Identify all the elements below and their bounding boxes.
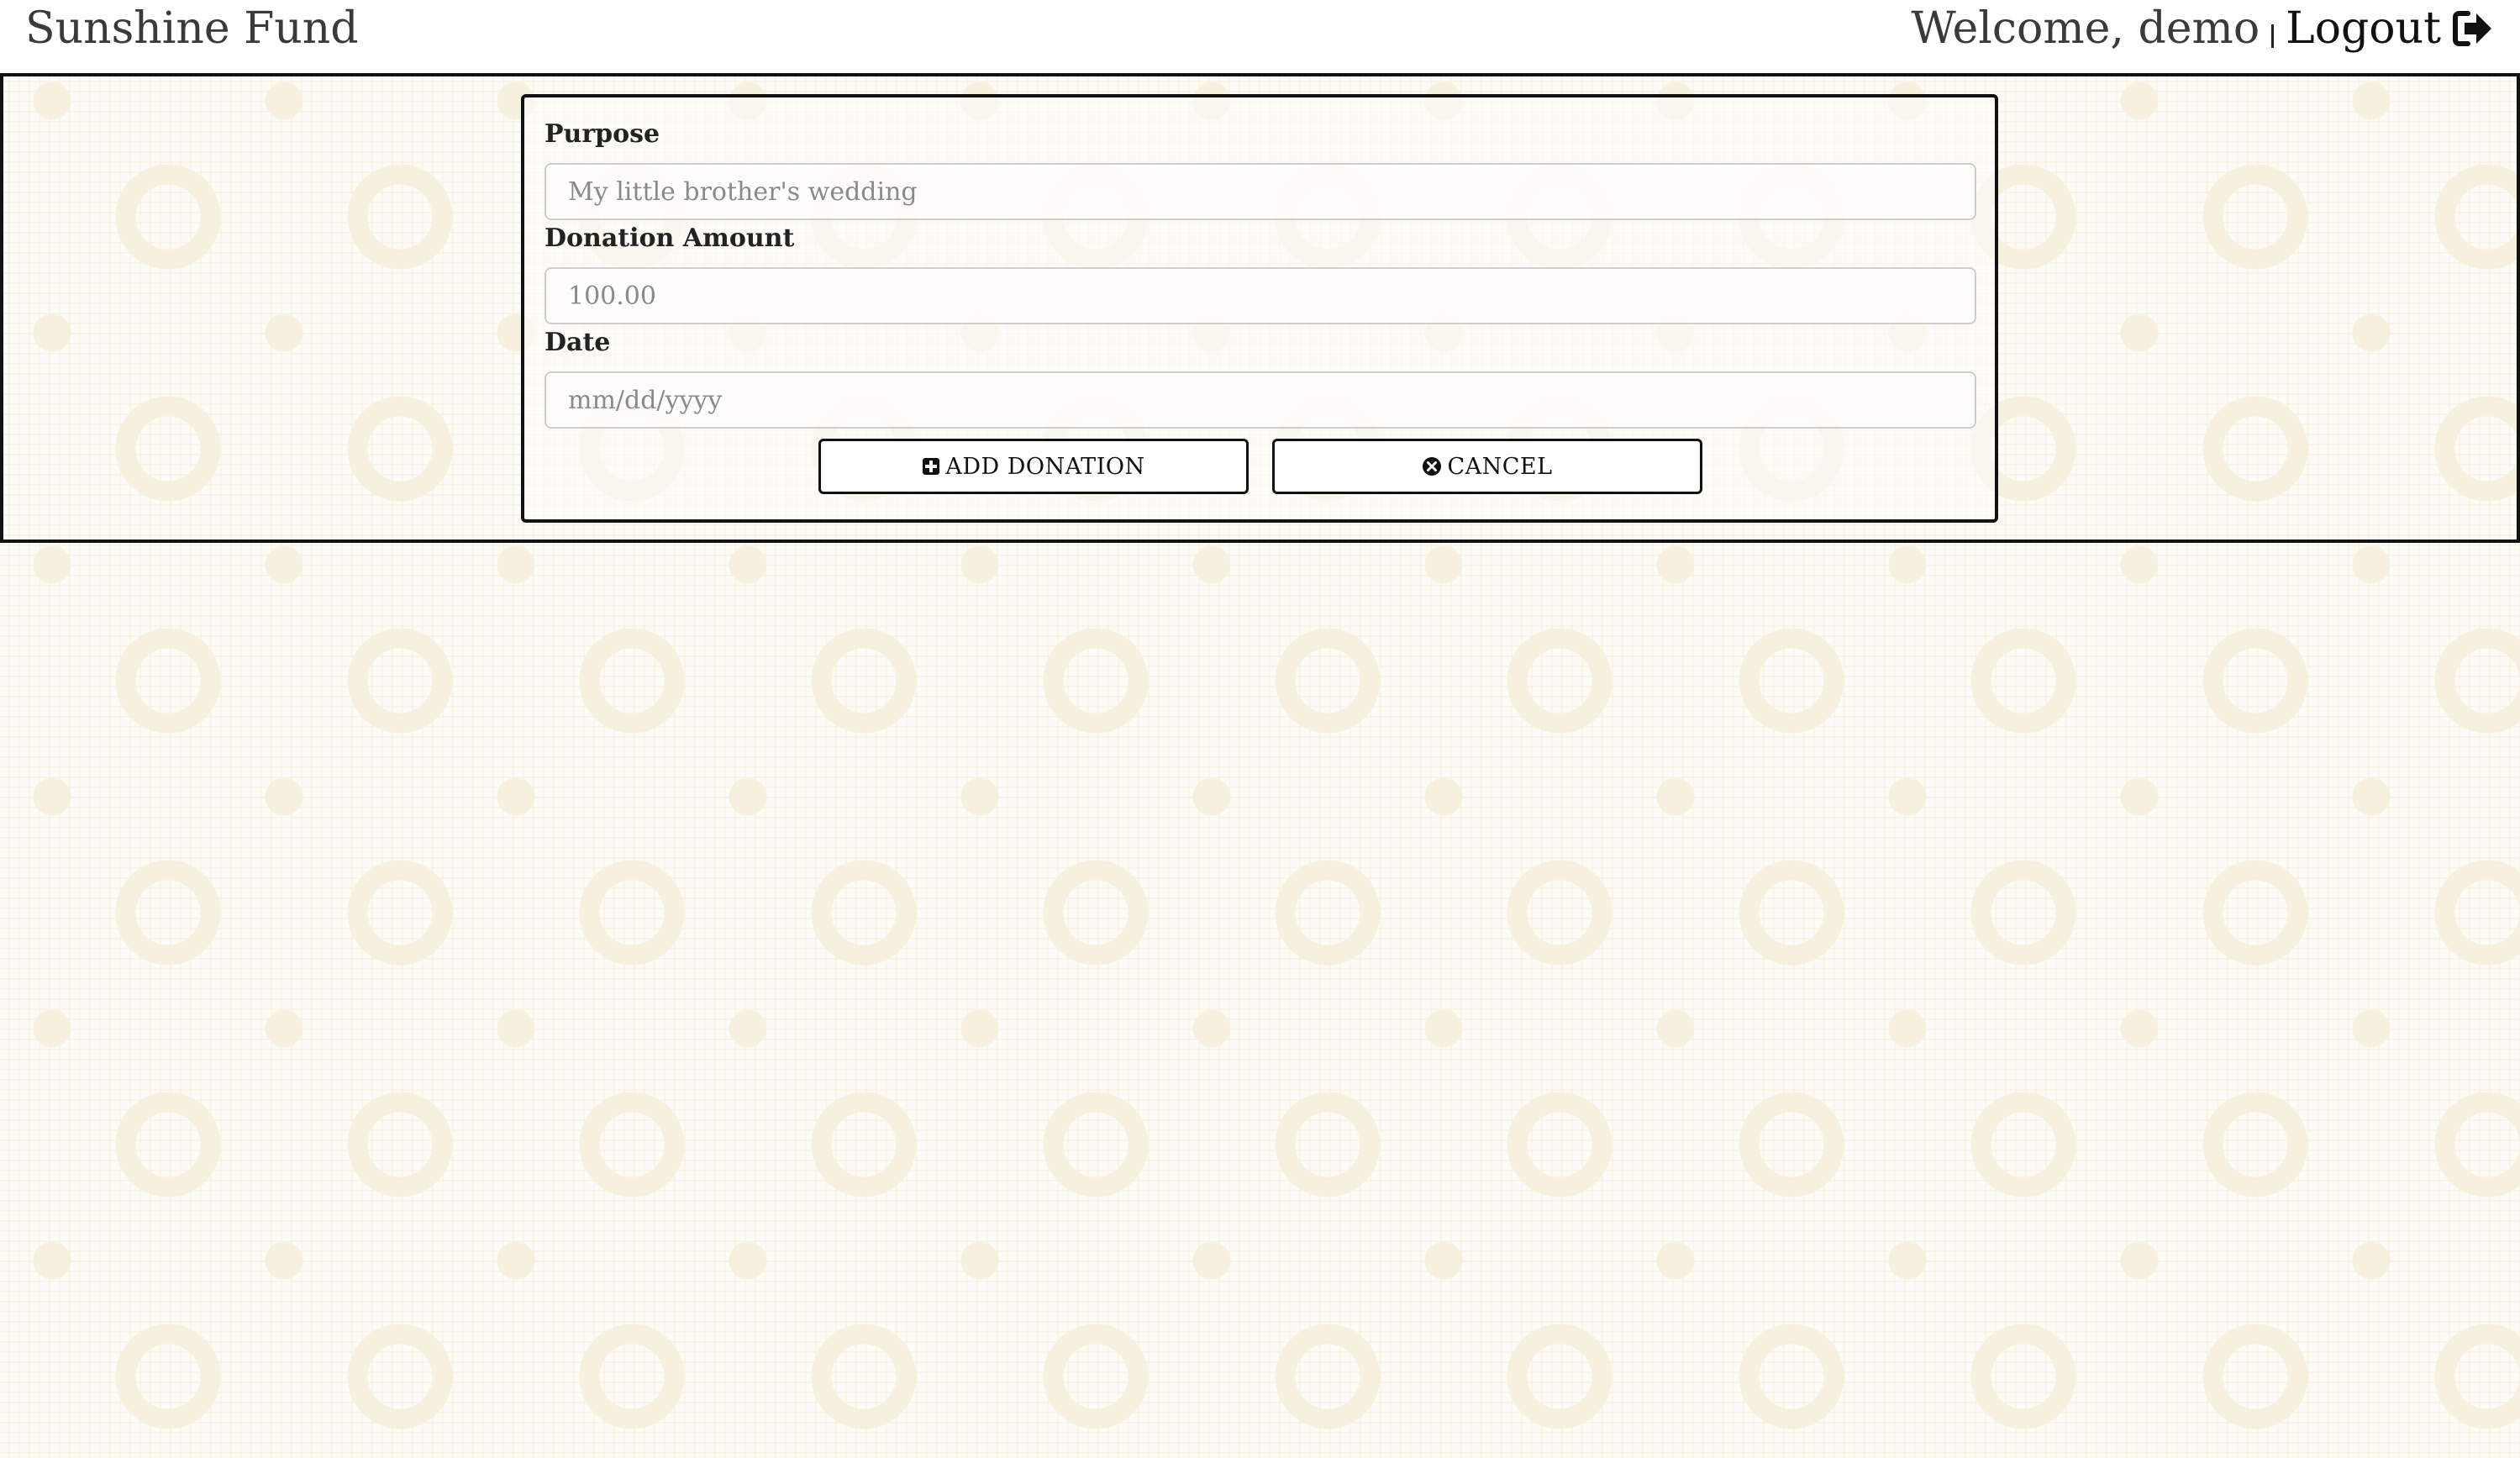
- plus-square-icon: [922, 457, 940, 476]
- date-input[interactable]: [545, 371, 1976, 429]
- date-label: Date: [545, 328, 611, 357]
- donation-form: Purpose Donation Amount Date ADD DONATIO…: [521, 94, 1998, 523]
- cancel-label: CANCEL: [1447, 453, 1553, 480]
- logout-link[interactable]: Logout: [2286, 2, 2493, 55]
- amount-input[interactable]: [545, 267, 1976, 324]
- user-area: Welcome, demo Logout: [1911, 2, 2493, 55]
- welcome-text: Welcome, demo: [1911, 3, 2260, 54]
- times-circle-icon: [1422, 456, 1442, 476]
- brand-title[interactable]: Sunshine Fund: [25, 2, 359, 55]
- top-bar: Sunshine Fund Welcome, demo Logout: [0, 0, 2520, 72]
- add-donation-button[interactable]: ADD DONATION: [818, 439, 1249, 494]
- purpose-label: Purpose: [545, 119, 660, 149]
- amount-label: Donation Amount: [545, 224, 795, 253]
- logout-label: Logout: [2286, 3, 2441, 54]
- cancel-button[interactable]: CANCEL: [1272, 439, 1702, 494]
- purpose-input[interactable]: [545, 163, 1976, 220]
- add-donation-label: ADD DONATION: [945, 453, 1145, 480]
- separator: [2271, 24, 2275, 48]
- sign-out-icon: [2453, 10, 2493, 47]
